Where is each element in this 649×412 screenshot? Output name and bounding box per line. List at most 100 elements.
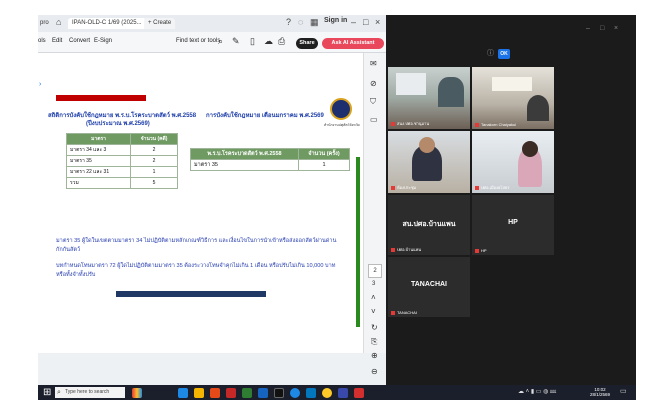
print-icon[interactable]: ⎙ — [278, 36, 285, 47]
acrobat-app-icon[interactable] — [354, 388, 364, 398]
share-button[interactable]: Share — [296, 38, 318, 49]
highlight-icon[interactable]: ✎ — [232, 36, 240, 47]
navy-footer-bar — [116, 291, 266, 297]
table-cell: 2 — [130, 155, 178, 167]
video-tile-1[interactable]: สนง.ปศอ.ชานุมาน — [388, 67, 470, 129]
table-row-total: รวม 5 — [65, 177, 178, 189]
mic-muted-icon — [391, 121, 395, 126]
participant-tile-hp[interactable]: HP HP — [472, 195, 554, 255]
edge-app-icon[interactable] — [178, 388, 188, 398]
page-number-box[interactable]: 2 — [368, 264, 382, 278]
excel-app-icon[interactable] — [242, 388, 252, 398]
participant-label: Tanakorn Chaiyakul — [475, 122, 516, 127]
attachment-icon[interactable]: ▭ — [370, 115, 378, 124]
participant-tile-tanachai[interactable]: TANACHAI TANACHAI — [388, 257, 470, 317]
participant-figure — [438, 77, 464, 107]
info-icon[interactable]: ⓘ — [487, 48, 494, 58]
rotate-icon[interactable]: ↻ — [371, 323, 378, 332]
page-total: 3 — [372, 281, 376, 287]
menu-esign[interactable]: E-Sign — [94, 38, 112, 44]
left-panel-collapsed[interactable]: › — [38, 53, 48, 353]
participant-label: HP — [475, 248, 487, 253]
table-row: มาตรา 35 1 — [190, 159, 351, 171]
chevron-up-icon[interactable]: ˄ — [371, 293, 376, 302]
app-icon-9[interactable] — [306, 388, 316, 398]
cloud-icon[interactable]: ☁ — [264, 36, 273, 47]
maximize-icon[interactable]: □ — [363, 17, 368, 27]
tab-create[interactable]: + Create — [144, 18, 176, 29]
home-icon[interactable]: ⌂ — [56, 17, 61, 27]
file-explorer-icon[interactable] — [194, 388, 204, 398]
heading-january: การบังคับใช้กฎหมาย เดือนมกราคม พ.ศ.2569 — [206, 113, 324, 119]
participant-label: ห้องประชุม — [391, 184, 416, 191]
taskbar-clock[interactable]: 10:02 28/1/2569 — [590, 387, 610, 397]
app-icon-8[interactable] — [290, 388, 300, 398]
table-cell: 5 — [130, 177, 178, 189]
ai-assistant-button[interactable]: Ask AI Assistant — [322, 38, 384, 49]
expand-panel-icon[interactable]: › — [39, 81, 41, 88]
video-tile-4[interactable]: ปศอ.เมืองยโสธร — [472, 131, 554, 193]
participant-tile-bahnphaen[interactable]: สน.ปศอ.บ้านแพน ปศอ.บ้านแพน — [388, 195, 470, 255]
search-icon: ⌕ — [57, 389, 61, 396]
mic-muted-icon — [475, 122, 479, 127]
participant-face — [419, 137, 435, 153]
apps-grid-icon[interactable]: ▦ — [310, 17, 319, 28]
search-placeholder: Type here to search — [65, 389, 110, 395]
help-icon[interactable]: ? — [286, 17, 291, 27]
participant-label: TANACHAI — [391, 310, 417, 315]
bell-icon[interactable]: ◌ — [298, 17, 303, 27]
widgets-app-icon[interactable] — [132, 388, 142, 398]
mic-muted-icon — [475, 248, 479, 253]
viewer-bottom-area — [38, 353, 363, 385]
sign-in-link[interactable]: Sign in — [324, 17, 347, 24]
tiktok-app-icon[interactable] — [274, 388, 284, 398]
comment-icon[interactable]: ✉ — [370, 59, 377, 68]
pdf-viewer-window: pro ⌂ IPAN-OLD-C 1/69 (2025... + Create … — [38, 15, 386, 385]
windows-start-icon[interactable]: ⊞ — [43, 387, 51, 398]
tab-previous[interactable]: pro — [38, 18, 53, 29]
chrome-app-icon[interactable] — [322, 388, 332, 398]
search-icon[interactable]: ⌕ — [218, 36, 223, 47]
close-icon[interactable]: × — [614, 25, 618, 32]
menu-tools[interactable]: ols — [38, 38, 46, 44]
table-cell: รวม — [65, 177, 132, 189]
app-icon-4[interactable] — [226, 388, 236, 398]
green-accent-bar — [356, 157, 360, 327]
maximize-icon[interactable]: □ — [600, 25, 604, 32]
word-app-icon[interactable] — [258, 388, 268, 398]
mic-muted-icon — [391, 247, 395, 252]
taskbar-search-input[interactable]: ⌕ Type here to search — [55, 387, 125, 398]
app-icon-3[interactable] — [210, 388, 220, 398]
system-tray-icons[interactable]: ☁ ˄ ▮ ▭ ◍ ⅏ — [518, 387, 556, 395]
notification-icon[interactable]: ▭ — [620, 387, 627, 395]
table-row: มาตรา 22 และ 31 1 — [65, 166, 178, 178]
link-icon[interactable]: ⊘ — [370, 79, 377, 88]
minimize-icon[interactable]: – — [351, 17, 356, 27]
mic-muted-icon — [391, 185, 395, 190]
menu-edit[interactable]: Edit — [52, 38, 62, 44]
heading-fiscal-year: (ปีงบประมาณ พ.ศ.2569) — [86, 121, 150, 127]
app-icon-11[interactable] — [338, 388, 348, 398]
video-tile-2[interactable]: Tanakorn Chaiyakul — [472, 67, 554, 129]
chevron-down-icon[interactable]: ˅ — [371, 307, 376, 316]
page-icon[interactable]: ▯ — [250, 36, 255, 47]
bookmark-icon[interactable]: ⛉ — [370, 97, 376, 107]
minimize-icon[interactable]: – — [586, 25, 590, 32]
table-cell: 1 — [130, 166, 178, 178]
zoom-in-icon[interactable]: ⊕ — [371, 351, 378, 360]
column-header: จำนวน (คดี) — [130, 133, 178, 145]
close-icon[interactable]: × — [375, 17, 380, 27]
video-tile-3[interactable]: ห้องประชุม — [388, 131, 470, 193]
column-header: พ.ร.บ.โรคระบาดสัตว์ พ.ศ.2558 — [190, 148, 299, 160]
find-text-field[interactable]: Find text or tools — [176, 38, 220, 44]
column-header: มาตรา — [65, 133, 132, 145]
whiteboard — [492, 77, 532, 91]
menu-convert[interactable]: Convert — [69, 38, 90, 44]
tab-active-document[interactable]: IPAN-OLD-C 1/69 (2025... — [68, 18, 146, 29]
pdf-page: สถิติการบังคับใช้กฎหมาย พ.ร.บ.โรคระบาดสั… — [48, 53, 363, 353]
zoom-out-icon[interactable]: ⊖ — [371, 367, 378, 376]
ok-button[interactable]: OK — [498, 49, 510, 59]
save-page-icon[interactable]: ⎘ — [371, 337, 377, 347]
participant-figure — [527, 95, 549, 121]
red-accent-bar — [56, 95, 146, 101]
